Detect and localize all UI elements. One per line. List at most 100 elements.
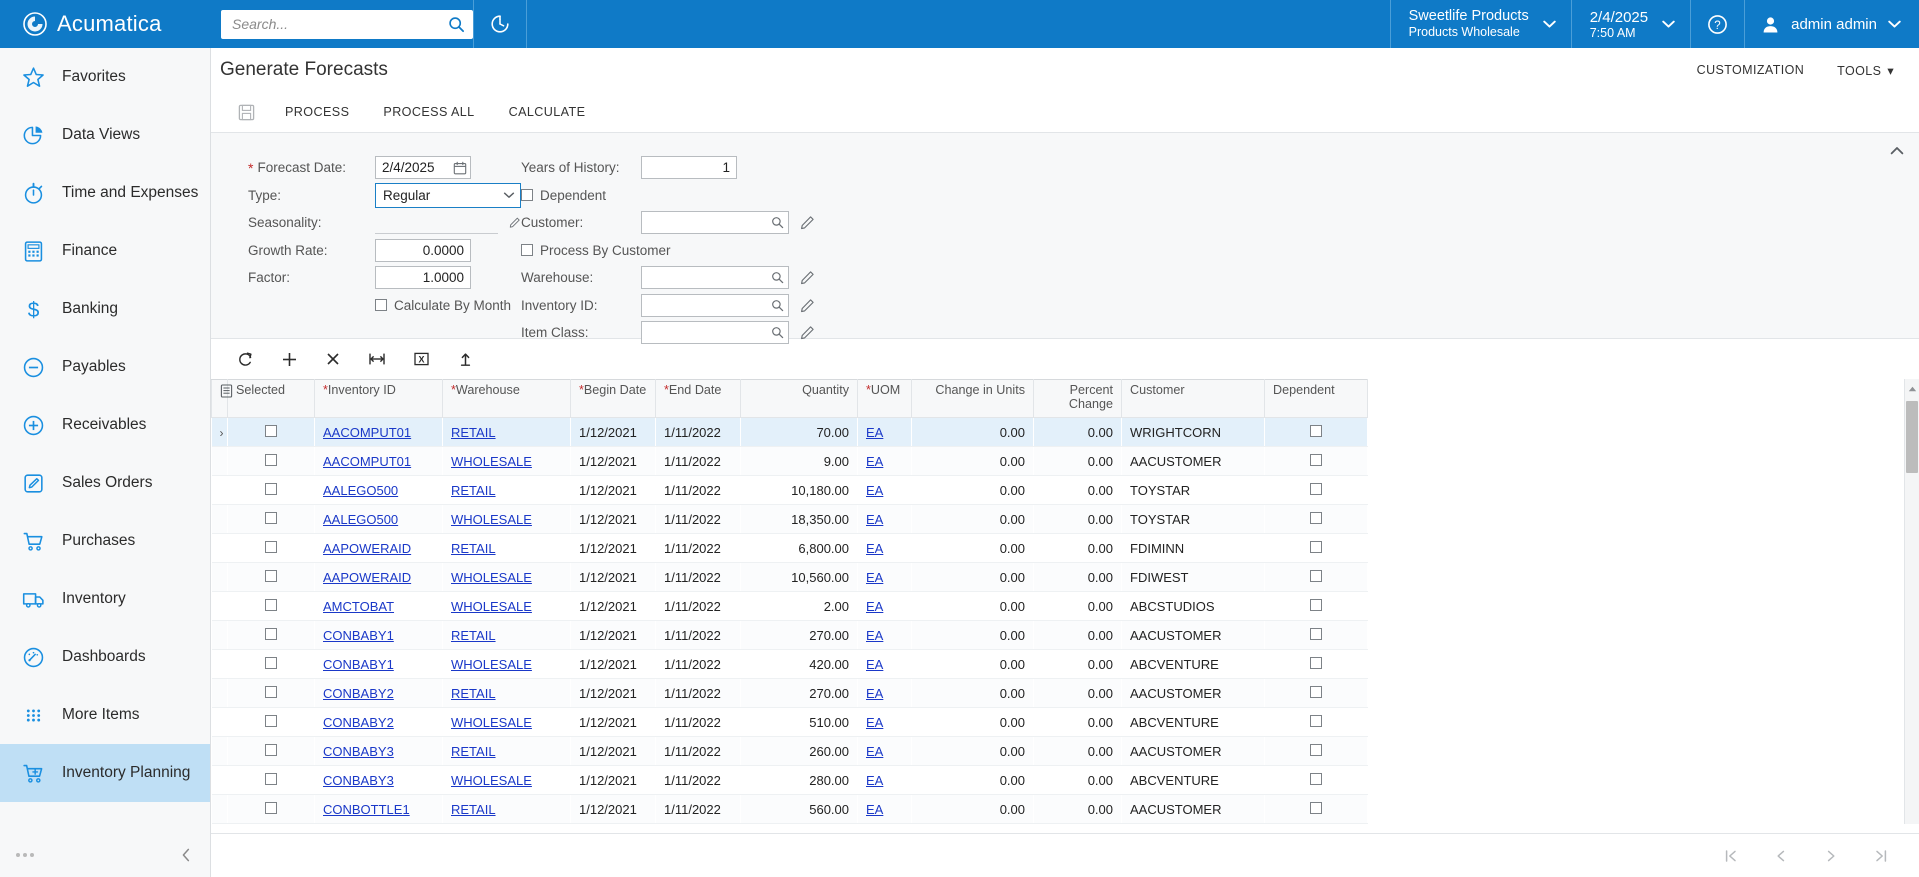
grid-header-warehouse[interactable]: *Warehouse [442,379,571,418]
chevron-up-icon[interactable] [1887,141,1907,161]
warehouse-link[interactable]: WHOLESALE [451,454,532,469]
grid-vertical-scrollbar[interactable] [1904,379,1919,824]
inventory-id-link[interactable]: CONBABY2 [323,715,394,730]
pencil-icon[interactable] [800,298,815,313]
years-of-history-input[interactable] [641,156,737,180]
uom-link[interactable]: EA [866,512,883,527]
sidebar-item-dashboards[interactable]: Dashboards [0,628,210,686]
company-selector[interactable]: Sweetlife Products Products Wholesale [1391,0,1571,48]
table-row[interactable]: AALEGO500 WHOLESALE 1/12/2021 1/11/2022 18,3… [211,504,1368,534]
sidebar-item-more-items[interactable]: More Items [0,686,210,744]
warehouse-link[interactable]: RETAIL [451,483,496,498]
inventory-id-link[interactable]: AALEGO500 [323,483,398,498]
uom-link[interactable]: EA [866,454,883,469]
row-dependent-checkbox[interactable] [1310,714,1322,727]
inventory-id-link[interactable]: AALEGO500 [323,512,398,527]
uom-link[interactable]: EA [866,425,883,440]
inventory-id-input[interactable] [641,293,789,317]
recent-history-button[interactable] [474,0,526,48]
type-select[interactable]: Regular [375,182,521,208]
inventory-id-link[interactable]: AMCTOBAT [323,599,394,614]
row-checkbox[interactable] [265,772,277,785]
magnifier-icon[interactable] [771,299,784,312]
inventory-id-link[interactable]: CONBABY1 [323,657,394,672]
business-date-selector[interactable]: 2/4/2025 7:50 AM [1572,0,1690,48]
inventory-id-link[interactable]: CONBABY1 [323,628,394,643]
row-dependent-checkbox[interactable] [1310,453,1322,466]
table-row[interactable]: CONBABY1 WHOLESALE 1/12/2021 1/11/2022 420.0… [211,649,1368,679]
warehouse-link[interactable]: WHOLESALE [451,657,532,672]
row-dependent-checkbox[interactable] [1310,772,1322,785]
uom-link[interactable]: EA [866,570,883,585]
row-checkbox[interactable] [265,598,277,611]
row-dependent-checkbox[interactable] [1310,424,1322,437]
grid-header-quantity[interactable]: Quantity [740,379,858,418]
page-last-button[interactable] [1873,848,1889,864]
pencil-icon[interactable] [509,215,521,230]
row-dependent-checkbox[interactable] [1310,801,1322,814]
row-dependent-checkbox[interactable] [1310,482,1322,495]
dependent-checkbox[interactable] [521,189,533,202]
uom-link[interactable]: EA [866,802,883,817]
inventory-id-link[interactable]: CONBABY3 [323,744,394,759]
process-all-button[interactable]: PROCESS ALL [366,92,491,133]
page-prev-button[interactable] [1773,848,1789,864]
process-button[interactable]: PROCESS [268,92,366,133]
magnifier-icon[interactable] [771,271,784,284]
table-row[interactable]: CONBABY2 RETAIL 1/12/2021 1/11/2022 270.00 EA… [211,678,1368,708]
uom-link[interactable]: EA [866,744,883,759]
row-dependent-checkbox[interactable] [1310,656,1322,669]
row-dependent-checkbox[interactable] [1310,598,1322,611]
warehouse-link[interactable]: WHOLESALE [451,599,532,614]
uom-link[interactable]: EA [866,715,883,730]
uom-link[interactable]: EA [866,541,883,556]
user-menu[interactable]: admin admin [1745,0,1919,48]
table-row[interactable]: CONBABY3 RETAIL 1/12/2021 1/11/2022 260.00 EA… [211,736,1368,766]
warehouse-link[interactable]: RETAIL [451,628,496,643]
seasonality-input[interactable] [375,211,499,235]
pencil-icon[interactable] [800,215,815,230]
row-checkbox[interactable] [265,656,277,669]
ellipsis-icon[interactable] [16,853,34,857]
sidebar-item-purchases[interactable]: Purchases [0,512,210,570]
scroll-up-arrow[interactable] [1905,381,1919,397]
grid-header-customer[interactable]: Customer [1121,379,1265,418]
scroll-thumb[interactable] [1906,401,1918,473]
table-row[interactable]: AMCTOBAT WHOLESALE 1/12/2021 1/11/2022 2.00 E… [211,591,1368,621]
sidebar-item-favorites[interactable]: Favorites [0,48,210,106]
grid-header-inventory-id[interactable]: *Inventory ID [314,379,443,418]
sidebar-item-inventory[interactable]: Inventory [0,570,210,628]
pencil-icon[interactable] [800,325,815,340]
sidebar-item-time-and-expenses[interactable]: Time and Expenses [0,164,210,222]
warehouse-link[interactable]: WHOLESALE [451,715,532,730]
sidebar-item-receivables[interactable]: Receivables [0,396,210,454]
sidebar-item-finance[interactable]: Finance [0,222,210,280]
brand-logo-area[interactable]: Acumatica [0,0,211,48]
row-dependent-checkbox[interactable] [1310,569,1322,582]
row-dependent-checkbox[interactable] [1310,511,1322,524]
grid-header-begin-date[interactable]: *Begin Date [570,379,656,418]
forecast-date-input[interactable]: 2/4/2025 [375,156,471,180]
inventory-id-link[interactable]: AACOMPUT01 [323,454,411,469]
warehouse-link[interactable]: WHOLESALE [451,570,532,585]
table-row[interactable]: CONBABY3 WHOLESALE 1/12/2021 1/11/2022 280.0… [211,765,1368,795]
warehouse-link[interactable]: RETAIL [451,802,496,817]
save-button[interactable] [224,92,268,133]
process-by-customer-checkbox[interactable] [521,244,533,257]
table-row[interactable]: CONBABY1 RETAIL 1/12/2021 1/11/2022 270.00 EA… [211,620,1368,650]
warehouse-link[interactable]: RETAIL [451,686,496,701]
table-row[interactable]: AALEGO500 RETAIL 1/12/2021 1/11/2022 10,180.… [211,475,1368,505]
row-checkbox[interactable] [265,569,277,582]
row-dependent-checkbox[interactable] [1310,685,1322,698]
row-checkbox[interactable] [265,482,277,495]
row-dependent-checkbox[interactable] [1310,627,1322,640]
customization-menu[interactable]: CUSTOMIZATION [1697,63,1805,77]
page-first-button[interactable] [1723,848,1739,864]
search-icon[interactable] [448,16,465,33]
warehouse-link[interactable]: RETAIL [451,425,496,440]
inventory-id-link[interactable]: AAPOWERAID [323,570,411,585]
row-checkbox[interactable] [265,685,277,698]
inventory-id-link[interactable]: CONBOTTLE1 [323,802,410,817]
sidebar-item-inventory-planning[interactable]: Inventory Planning [0,744,210,802]
inventory-id-link[interactable]: CONBABY3 [323,773,394,788]
